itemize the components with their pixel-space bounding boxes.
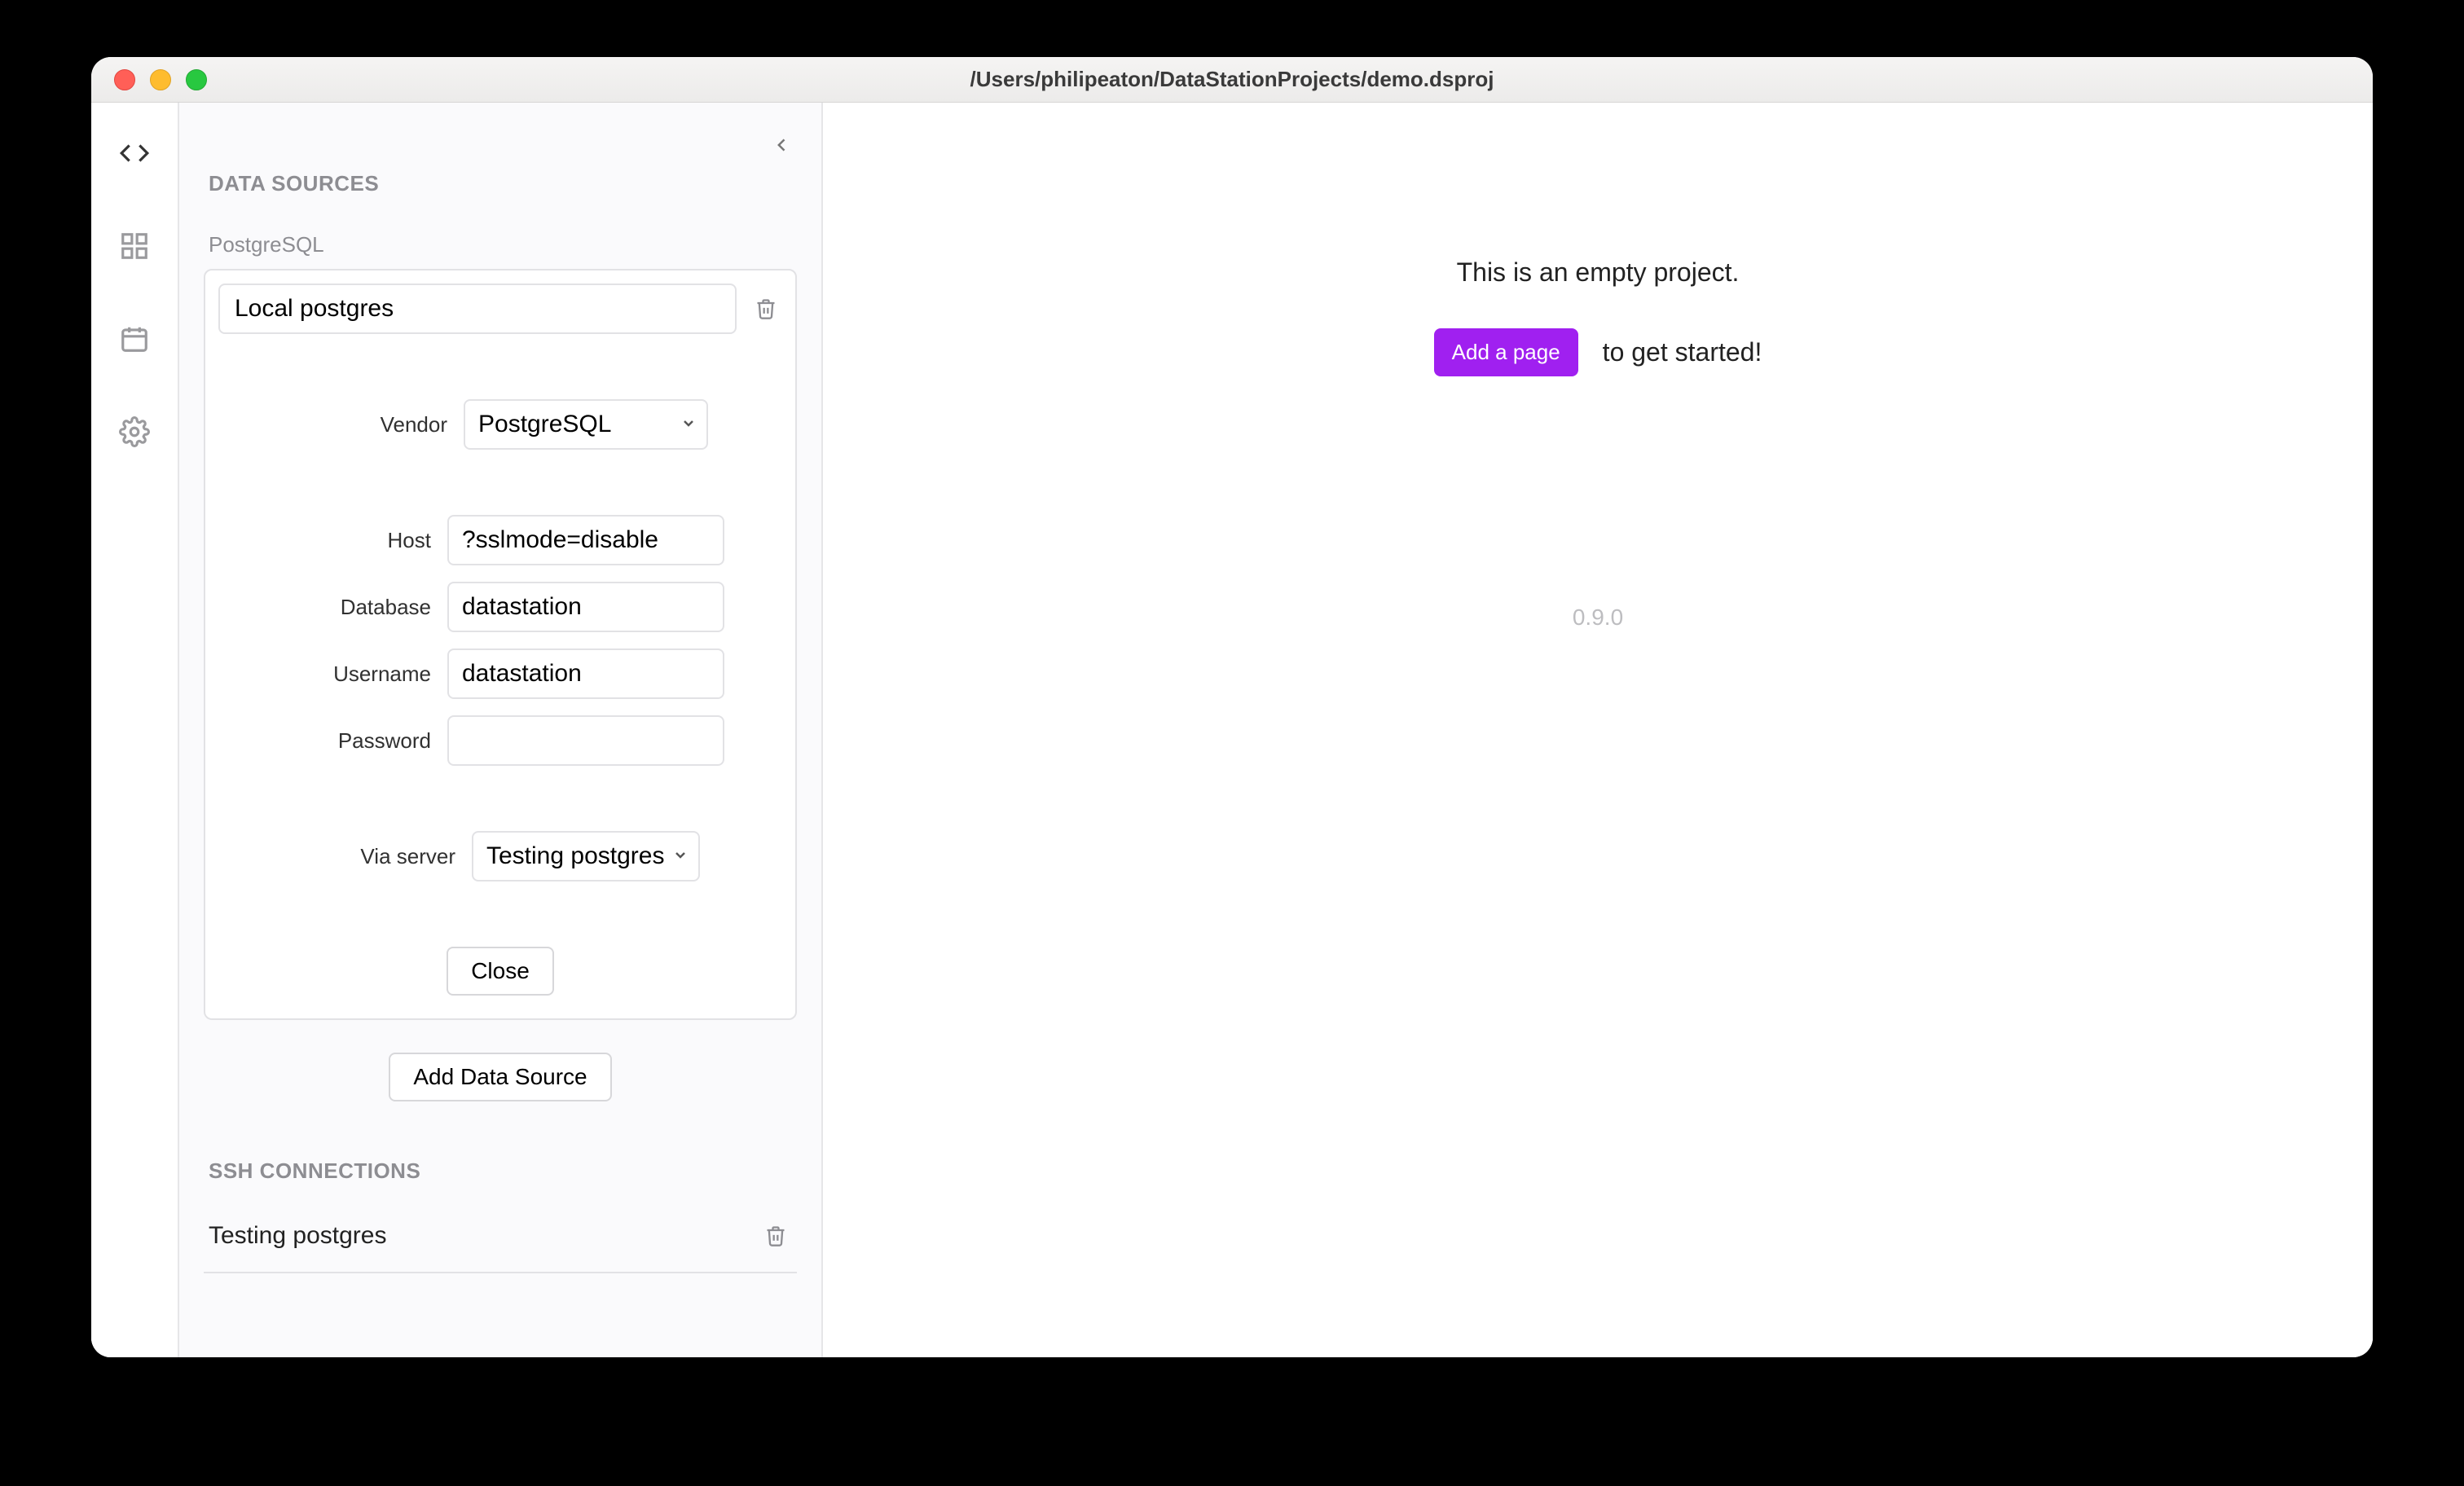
section-header-ssh: SSH CONNECTIONS [209,1158,797,1184]
app-window: /Users/philipeaton/DataStationProjects/d… [91,57,2373,1357]
titlebar: /Users/philipeaton/DataStationProjects/d… [91,57,2373,103]
via-server-label: Via server [301,844,455,869]
gear-icon[interactable] [117,414,152,450]
main-content: This is an empty project. Add a page to … [823,103,2373,1357]
version-label: 0.9.0 [1573,605,1623,631]
close-window-icon[interactable] [114,69,135,90]
username-input[interactable] [447,648,724,699]
empty-state-title: This is an empty project. [1457,257,1740,288]
close-card-button[interactable]: Close [447,947,554,996]
delete-ssh-connection-button[interactable] [759,1220,792,1252]
data-source-card: Vendor Host Database [204,269,797,1020]
data-source-name-input[interactable] [218,284,737,334]
window-title: /Users/philipeaton/DataStationProjects/d… [91,67,2373,92]
collapse-sidebar-button[interactable] [768,130,797,160]
password-label: Password [276,728,431,754]
ssh-connection-item[interactable]: Testing postgres [204,1200,797,1273]
data-source-type-label: PostgreSQL [209,232,797,257]
host-input[interactable] [447,515,724,565]
username-label: Username [276,662,431,687]
section-header-data-sources: DATA SOURCES [209,171,797,196]
host-label: Host [276,528,431,553]
via-server-select[interactable] [472,831,700,881]
add-page-button[interactable]: Add a page [1434,328,1578,376]
database-input[interactable] [447,582,724,632]
vendor-select[interactable] [464,399,708,450]
dashboard-icon[interactable] [117,228,152,264]
add-data-source-button[interactable]: Add Data Source [389,1053,611,1101]
password-input[interactable] [447,715,724,766]
zoom-window-icon[interactable] [186,69,207,90]
cta-suffix-text: to get started! [1603,337,1762,367]
ssh-connection-name: Testing postgres [209,1222,759,1250]
nav-rail [91,103,179,1357]
vendor-label: Vendor [293,412,447,437]
database-label: Database [276,595,431,620]
delete-data-source-button[interactable] [750,292,782,325]
minimize-window-icon[interactable] [150,69,171,90]
sidebar-panel: DATA SOURCES PostgreSQL Vendor [179,103,823,1357]
window-controls [91,69,207,90]
code-icon[interactable] [117,135,152,171]
calendar-icon[interactable] [117,321,152,357]
